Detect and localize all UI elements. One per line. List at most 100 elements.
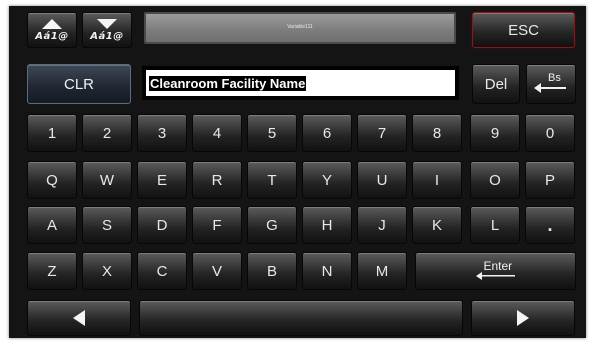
letter-key[interactable]: I: [412, 161, 462, 199]
letter-key-label: F: [212, 216, 222, 234]
digit-key-label: 2: [102, 124, 112, 142]
letter-key[interactable]: U: [357, 161, 407, 199]
backspace-arrow-icon: Bs: [532, 72, 570, 96]
digit-key[interactable]: 2: [82, 114, 132, 152]
letter-key[interactable]: Q: [27, 161, 77, 199]
case-down-key[interactable]: Aá1@: [82, 12, 132, 48]
case-up-label: Aá1@: [35, 31, 69, 42]
letter-key[interactable]: T: [247, 161, 297, 199]
letter-key[interactable]: F: [192, 206, 242, 244]
letter-key-label: T: [267, 171, 277, 189]
digit-key-label: 7: [377, 124, 387, 142]
letter-key[interactable]: A: [27, 206, 77, 244]
digit-key[interactable]: 3: [137, 114, 187, 152]
digit-key[interactable]: 7: [357, 114, 407, 152]
letter-key-label: K: [431, 216, 442, 234]
letter-key[interactable]: L: [470, 206, 520, 244]
digit-key[interactable]: 0: [525, 114, 575, 152]
arrow-left-icon: [72, 309, 86, 327]
letter-key[interactable]: M: [357, 252, 407, 290]
letter-key[interactable]: J: [357, 206, 407, 244]
letter-key-label: P: [544, 171, 555, 189]
space-key[interactable]: [139, 300, 463, 336]
letter-key[interactable]: Y: [302, 161, 352, 199]
letter-key[interactable]: K: [412, 206, 462, 244]
letter-key-label: E: [156, 171, 167, 189]
letter-key-label: G: [266, 216, 278, 234]
case-up-key[interactable]: Aá1@: [27, 12, 77, 48]
esc-label: ESC: [508, 21, 539, 39]
letter-key-label: A: [46, 216, 57, 234]
digit-key-label: 5: [267, 124, 277, 142]
letter-key[interactable]: H: [302, 206, 352, 244]
digit-key[interactable]: 8: [412, 114, 462, 152]
digit-key-label: 1: [47, 124, 57, 142]
digit-key[interactable]: 1: [27, 114, 77, 152]
letter-key[interactable]: .: [525, 206, 575, 244]
cursor-right-key[interactable]: [471, 300, 575, 336]
letter-key-label: U: [376, 171, 388, 189]
digit-key[interactable]: 9: [470, 114, 520, 152]
letter-key-label: N: [321, 262, 333, 280]
letter-key-label: Z: [47, 262, 57, 280]
letter-key-label: O: [489, 171, 501, 189]
arrow-up-icon: [41, 18, 63, 30]
letter-key-label: D: [156, 216, 168, 234]
digit-key-label: 4: [212, 124, 222, 142]
letter-key[interactable]: V: [192, 252, 242, 290]
text-entry-field[interactable]: Cleanroom Facility Name: [142, 66, 459, 100]
clr-key[interactable]: CLR: [27, 64, 131, 104]
letter-key[interactable]: X: [82, 252, 132, 290]
digit-key-label: 9: [490, 124, 500, 142]
letter-key[interactable]: S: [82, 206, 132, 244]
letter-key[interactable]: O: [470, 161, 520, 199]
letter-key-label: W: [99, 171, 115, 189]
variable-name: Variable111: [287, 24, 313, 30]
del-label: Del: [484, 75, 508, 93]
digit-key-label: 3: [157, 124, 167, 142]
letter-key[interactable]: G: [247, 206, 297, 244]
letter-key-label: V: [211, 262, 222, 280]
case-down-label: Aá1@: [90, 31, 124, 42]
letter-key-label: Q: [46, 171, 58, 189]
letter-key-label: J: [378, 216, 386, 234]
enter-label: Enter: [483, 259, 513, 273]
del-key[interactable]: Del: [472, 64, 520, 104]
letter-key-label: .: [547, 214, 553, 235]
backspace-label: Bs: [548, 72, 561, 84]
text-entry-value: Cleanroom Facility Name: [149, 75, 307, 91]
letter-key-label: Y: [321, 171, 332, 189]
letter-key[interactable]: C: [137, 252, 187, 290]
letter-key[interactable]: E: [137, 161, 187, 199]
esc-key[interactable]: ESC: [472, 12, 575, 48]
letter-key-label: M: [375, 262, 389, 280]
letter-key-label: R: [211, 171, 223, 189]
digit-key-label: 6: [322, 124, 332, 142]
letter-key-label: B: [266, 262, 277, 280]
letter-key[interactable]: N: [302, 252, 352, 290]
backspace-key[interactable]: Bs: [526, 64, 576, 104]
digit-key[interactable]: 6: [302, 114, 352, 152]
digit-key[interactable]: 4: [192, 114, 242, 152]
variable-name-display: Variable111: [144, 12, 456, 44]
letter-key[interactable]: B: [247, 252, 297, 290]
letter-key-label: S: [101, 216, 112, 234]
letter-key[interactable]: D: [137, 206, 187, 244]
digit-key[interactable]: 5: [247, 114, 297, 152]
arrow-right-icon: [516, 309, 530, 327]
letter-key-label: H: [321, 216, 333, 234]
text-entry-value-box[interactable]: Cleanroom Facility Name: [146, 70, 455, 96]
letter-key[interactable]: W: [82, 161, 132, 199]
letter-key[interactable]: R: [192, 161, 242, 199]
enter-key[interactable]: Enter: [415, 252, 576, 290]
digit-key-label: 8: [432, 124, 442, 142]
letter-key-label: I: [434, 171, 440, 189]
cursor-left-key[interactable]: [27, 300, 131, 336]
arrow-down-icon: [96, 18, 118, 30]
letter-key[interactable]: P: [525, 161, 575, 199]
digit-key-label: 0: [545, 124, 555, 142]
on-screen-keyboard: Aá1@ Aá1@ Variable111 ESC CLR Cleanroom …: [9, 6, 586, 338]
letter-key-label: C: [156, 262, 168, 280]
letter-key[interactable]: Z: [27, 252, 77, 290]
clr-label: CLR: [63, 75, 94, 93]
